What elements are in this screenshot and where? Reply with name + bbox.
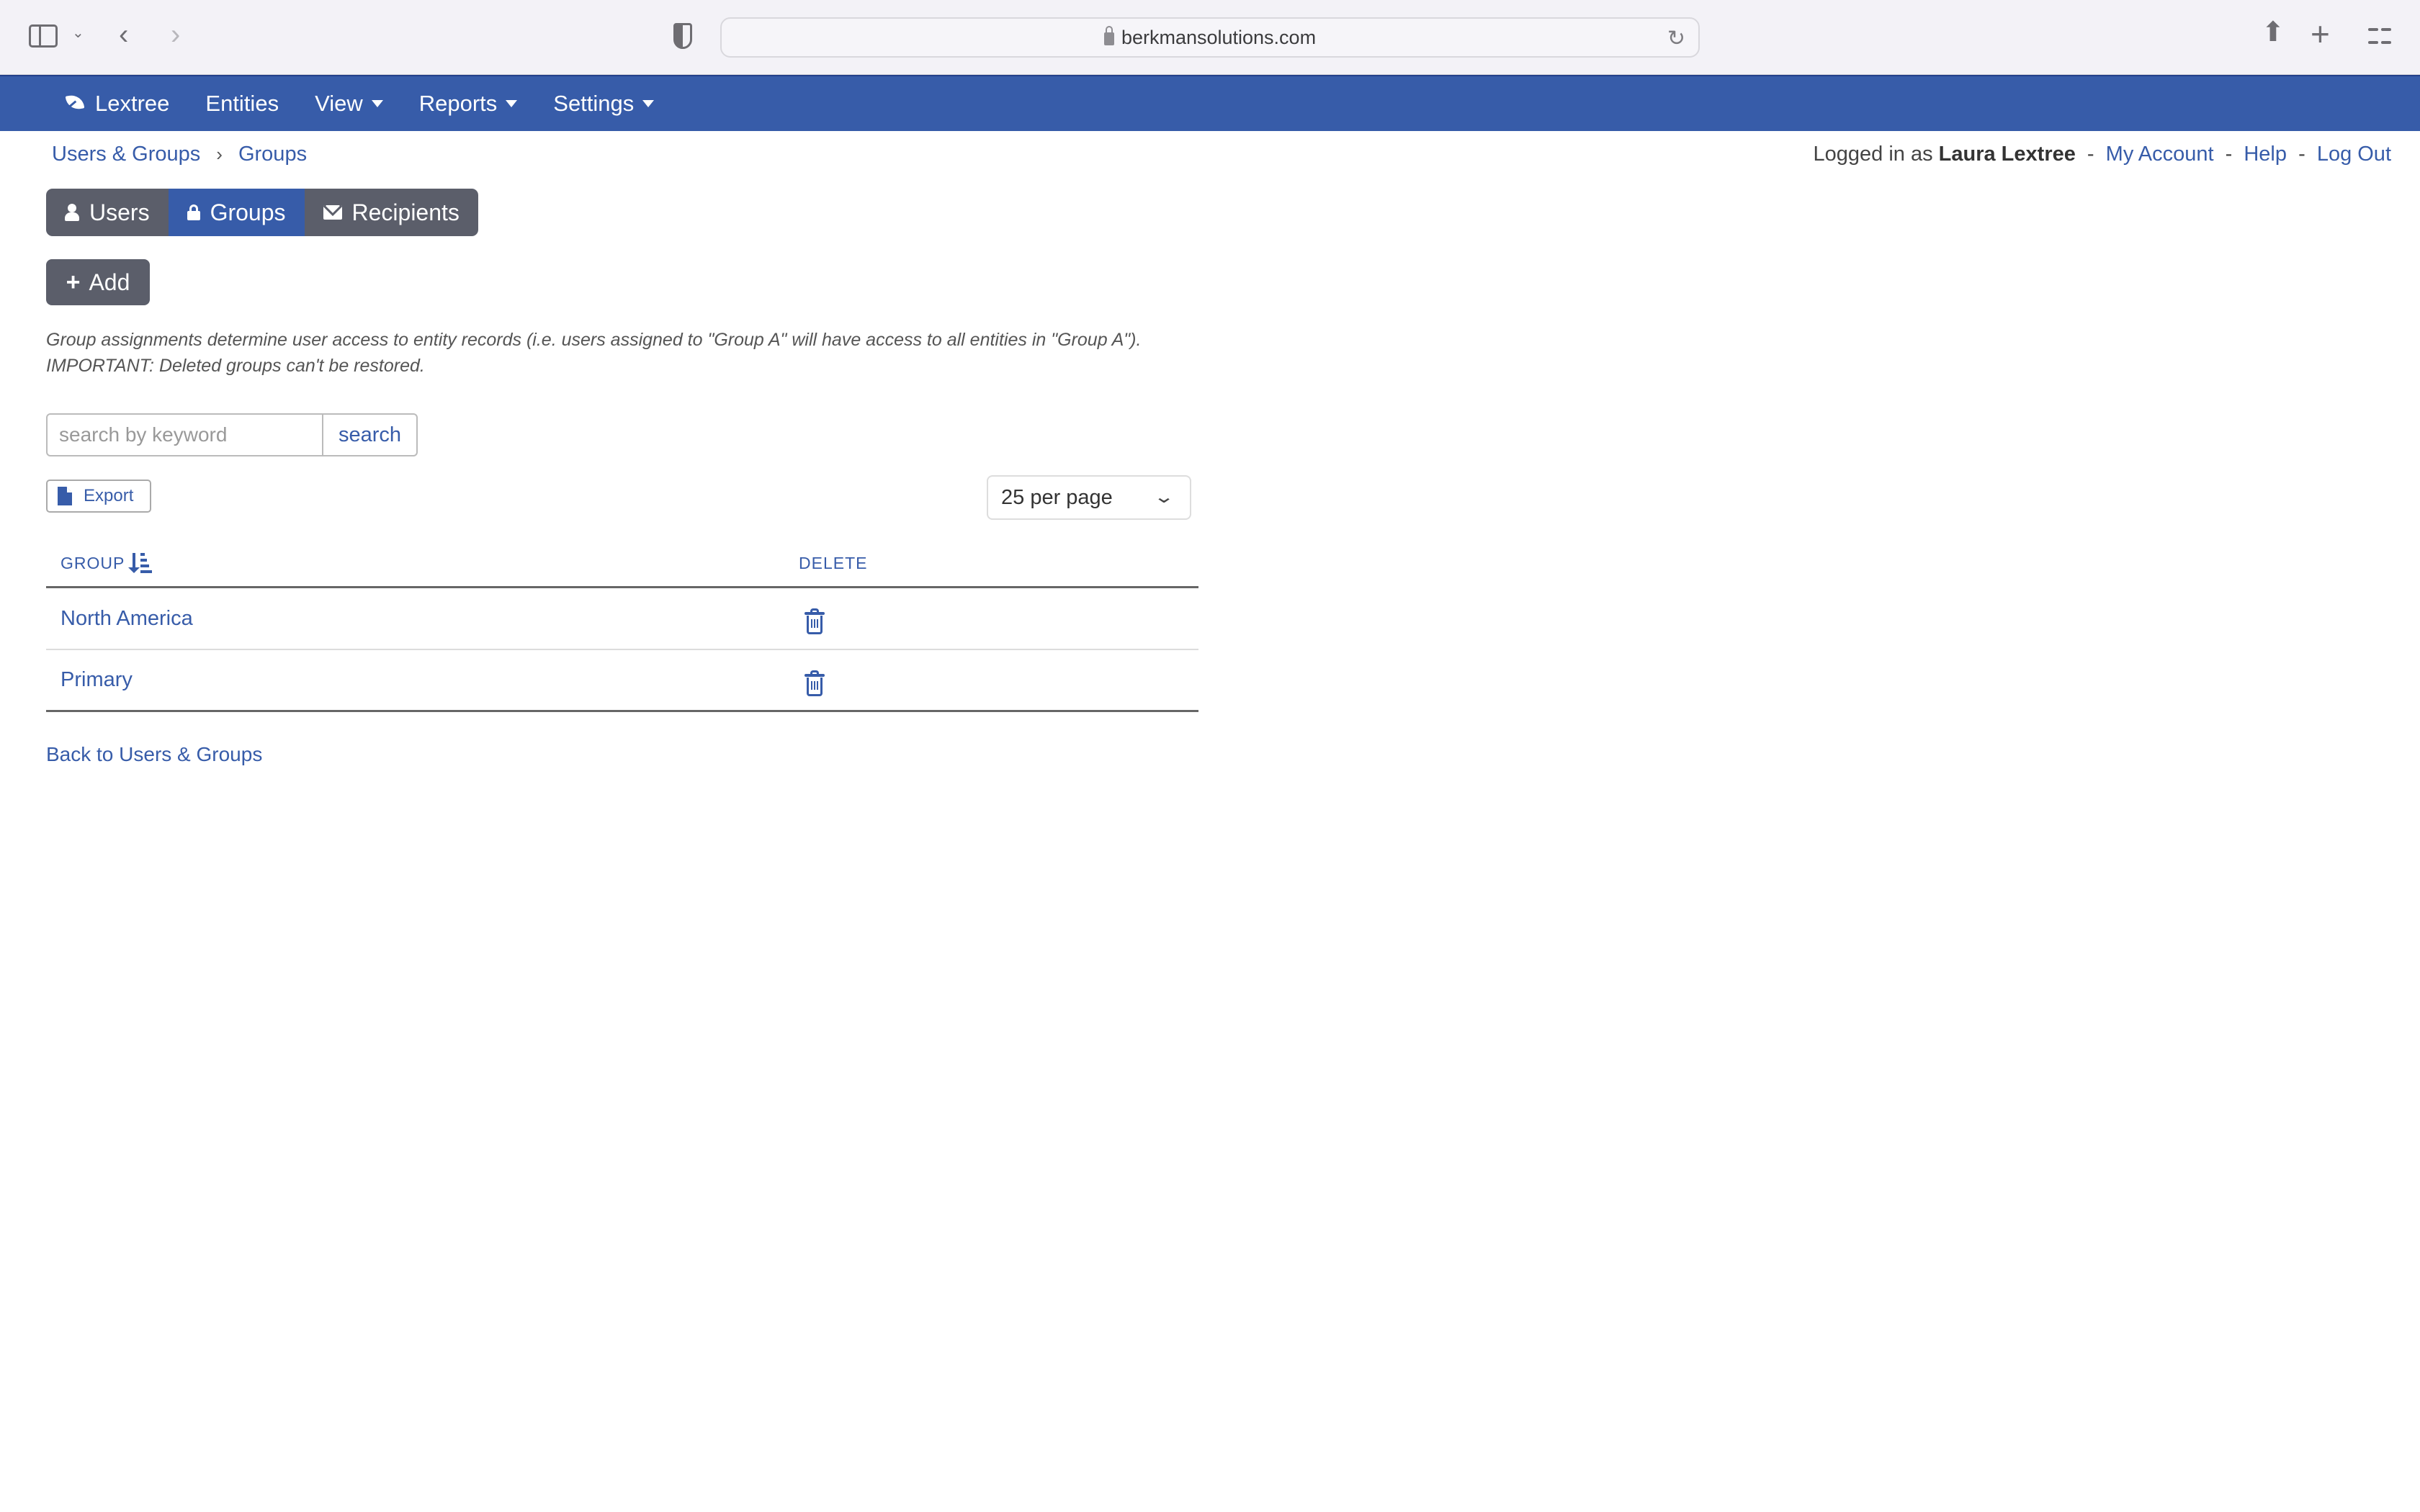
separator: - [2298,143,2305,166]
user-icon [65,204,79,221]
back-icon[interactable]: ‹ [119,20,128,49]
column-header-delete: DELETE [799,554,867,573]
tab-label: Recipients [351,199,460,225]
chevron-down-icon[interactable]: ⌄ [72,26,84,40]
help-text: Group assignments determine user access … [46,327,1191,379]
export-label: Export [84,486,134,505]
breadcrumb-users-groups[interactable]: Users & Groups [52,143,200,166]
trash-icon[interactable] [804,608,825,634]
url-text: berkmansolutions.com [1121,26,1317,48]
chevron-down-icon: ⌄ [1152,487,1175,507]
chevron-right-icon: › [216,143,223,165]
nav-brand-label: Lextree [95,91,170,116]
column-label: GROUP [60,553,125,572]
sort-ascending-icon [128,553,153,573]
tab-label: Users [89,199,150,225]
leaf-icon [63,95,84,112]
address-bar[interactable]: berkmansolutions.com ↻ [720,17,1700,58]
help-text-access: Group assignments determine user access … [46,330,1142,350]
nav-reports[interactable]: Reports [419,91,518,117]
groups-table: GROUP DELETE North America Primary [46,540,1198,712]
caret-down-icon [506,100,518,107]
column-label: DELETE [799,553,868,572]
nav-label: Settings [553,91,635,116]
log-out-link[interactable]: Log Out [2317,143,2391,166]
forward-icon[interactable]: › [171,20,180,49]
account-info: Logged in as Laura Lextree - My Account … [1814,143,2392,166]
table-header: GROUP DELETE [46,540,1198,588]
tab-users[interactable]: Users [46,189,169,236]
search-button[interactable]: search [323,413,418,456]
nav-brand[interactable]: Lextree [63,91,169,117]
nav-label: View [315,91,363,116]
my-account-link[interactable]: My Account [2106,143,2214,166]
nav-settings[interactable]: Settings [553,91,655,117]
table-row: North America [46,588,1198,650]
nav-entities[interactable]: Entities [205,91,279,117]
per-page-select[interactable]: 25 per page ⌄ [987,475,1191,520]
user-name: Laura Lextree [1938,143,2076,166]
trash-icon[interactable] [804,670,825,696]
separator: - [2087,143,2094,166]
share-icon[interactable]: ⬆︎ [2262,19,2285,46]
per-page-value: 25 per page [1001,485,1113,509]
help-text-warning: IMPORTANT: Deleted groups can't be resto… [46,356,425,376]
group-link[interactable]: North America [60,607,193,631]
breadcrumb: Users & Groups › Groups [52,143,307,166]
search-form: search [46,413,418,456]
lock-icon [187,204,200,220]
tab-label: Groups [210,199,286,225]
nav-label: Reports [418,91,498,116]
main-navbar: Lextree Entities View Reports Settings [0,75,2420,131]
envelope-icon [323,205,342,220]
add-label: Add [89,269,130,295]
separator: - [2225,143,2233,166]
reload-icon[interactable]: ↻ [1667,26,1685,51]
lock-icon [1103,26,1114,45]
breadcrumb-groups[interactable]: Groups [238,143,307,166]
nav-label: Entities [205,91,279,116]
browser-toolbar: ⌄ ‹ › berkmansolutions.com ↻ ⬆︎ + [0,0,2420,75]
caret-down-icon [371,100,383,107]
plus-icon: + [66,268,81,296]
caret-down-icon [642,100,655,107]
group-link[interactable]: Primary [60,668,133,692]
new-tab-icon[interactable]: + [2311,17,2330,50]
tab-recipients[interactable]: Recipients [304,189,478,236]
column-header-group[interactable]: GROUP [60,553,153,573]
file-icon [58,487,72,505]
section-tabs: Users Groups Recipients [46,189,478,236]
search-input[interactable] [46,413,323,456]
tab-groups[interactable]: Groups [168,189,305,236]
tab-overview-icon[interactable] [2368,24,2391,48]
help-link[interactable]: Help [2244,143,2287,166]
back-to-users-groups-link[interactable]: Back to Users & Groups [46,743,262,766]
export-button[interactable]: Export [46,480,151,513]
nav-view[interactable]: View [315,91,383,117]
privacy-shield-icon[interactable] [673,23,692,49]
sidebar-toggle-icon[interactable] [29,24,58,48]
add-group-button[interactable]: + Add [46,259,150,305]
logged-in-label: Logged in as [1813,143,1933,166]
table-row: Primary [46,650,1198,712]
